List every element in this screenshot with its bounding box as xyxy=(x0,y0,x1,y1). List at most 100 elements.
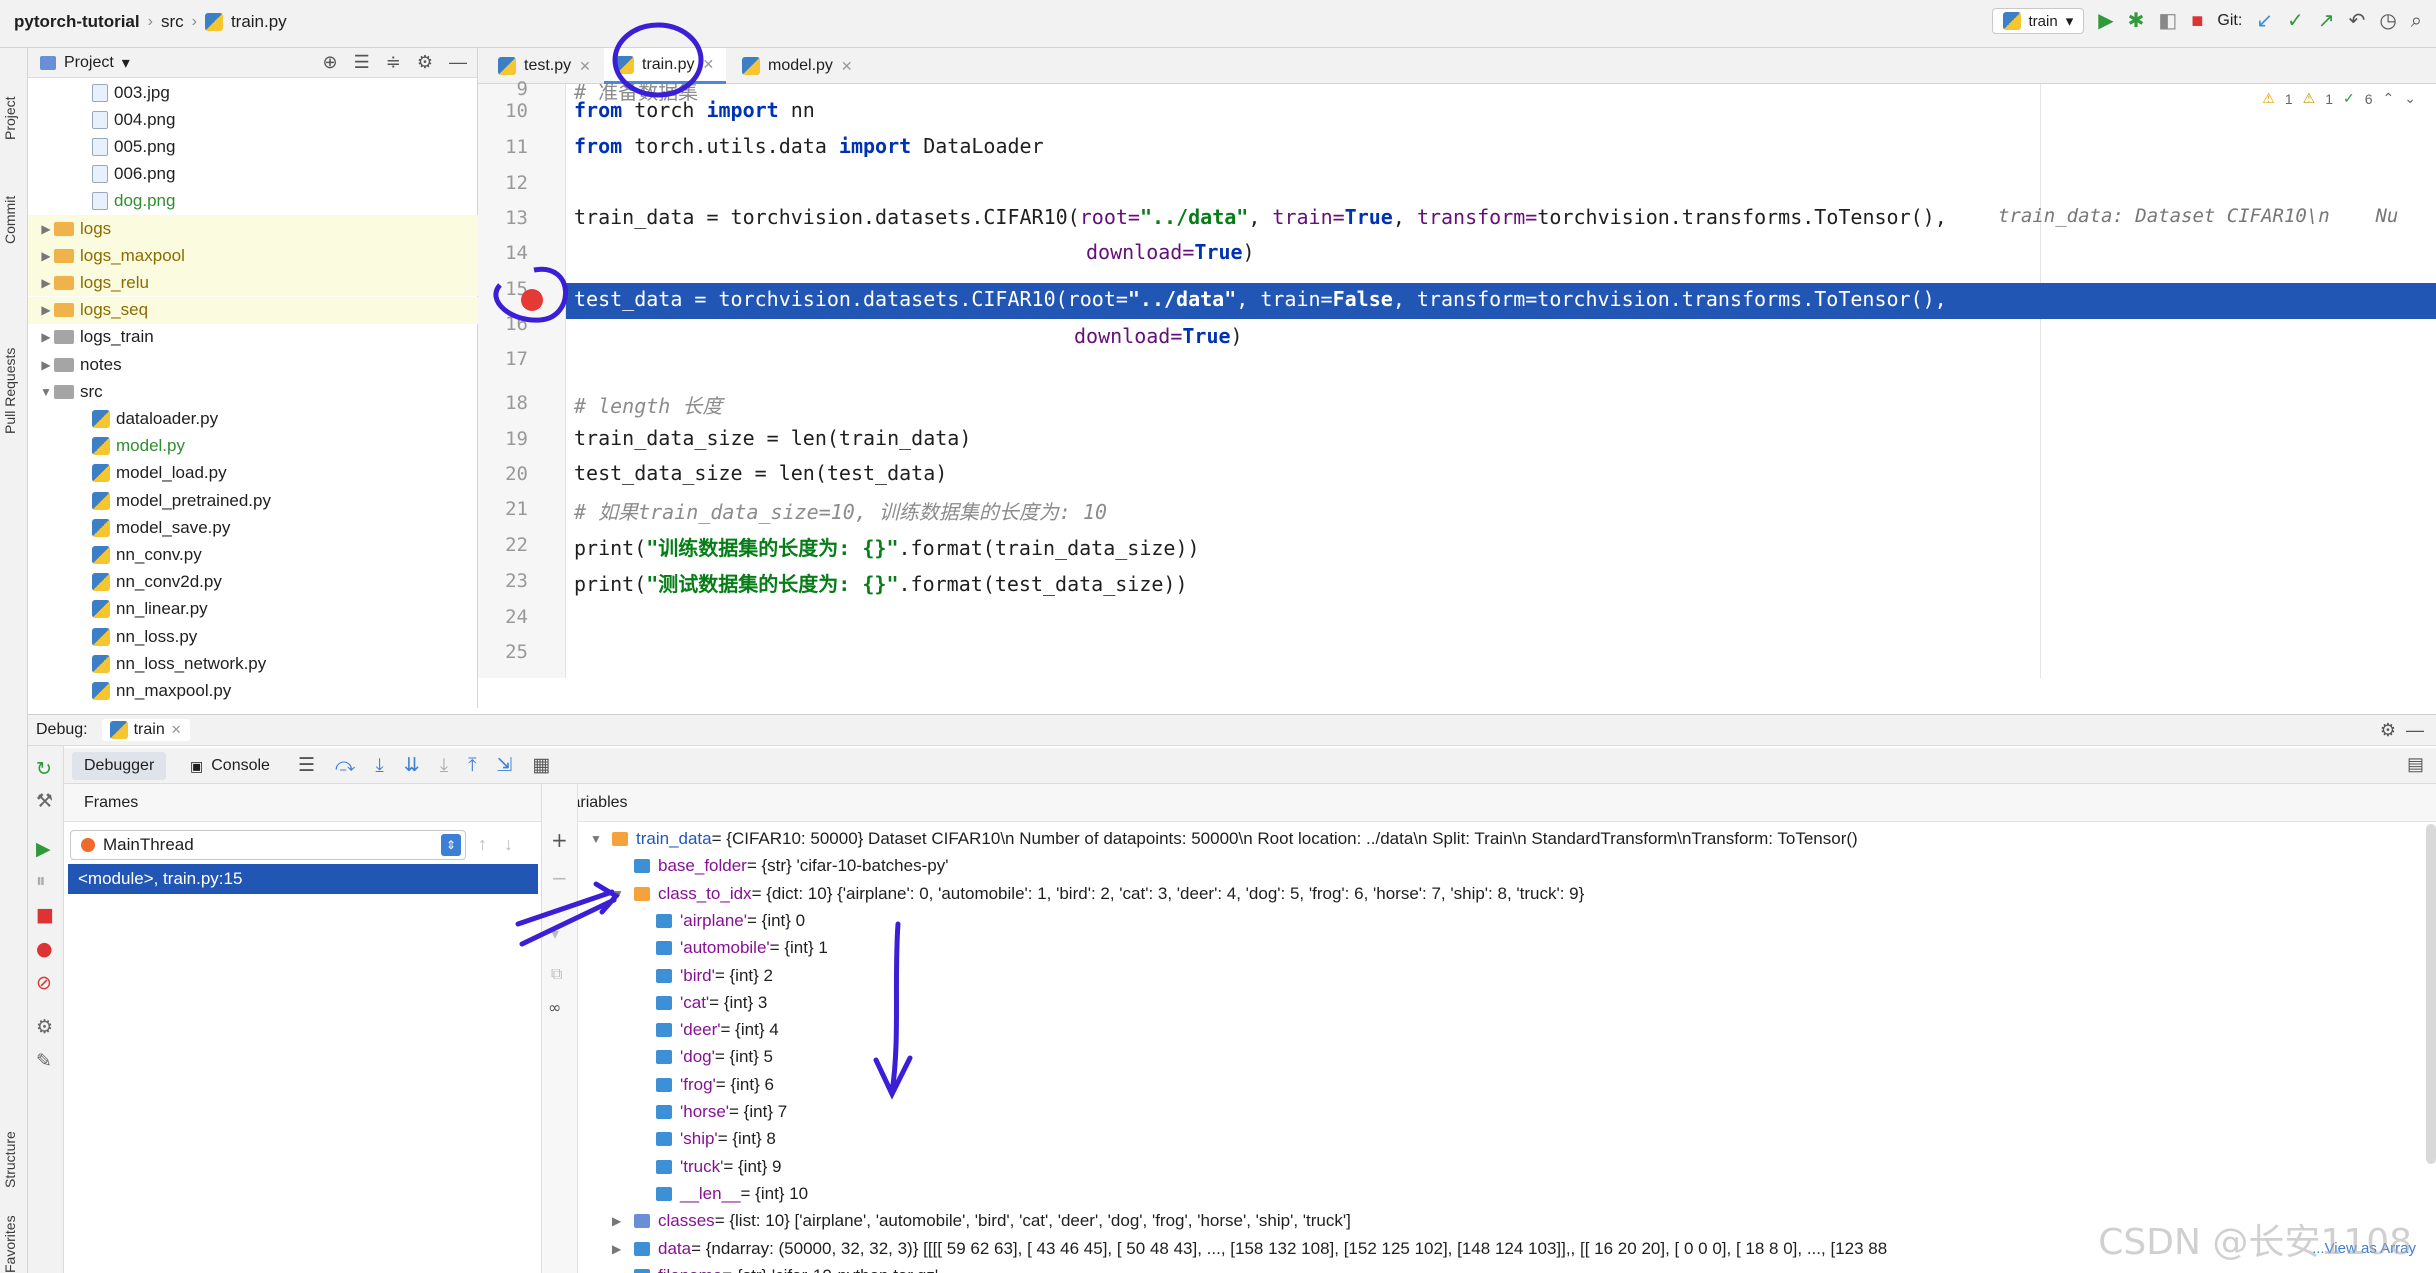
project-tree-item[interactable]: ▶ logs_train xyxy=(28,324,478,351)
evaluate-expression-icon[interactable]: ▦ xyxy=(532,754,550,777)
copy-icon[interactable]: ⧉ xyxy=(551,964,562,984)
step-into-icon[interactable]: ⤓ xyxy=(375,755,383,777)
minimize-icon[interactable]: — xyxy=(449,52,467,73)
chevron-right-icon[interactable]: ▶ xyxy=(38,222,54,236)
restore-layout-icon[interactable]: ▤ xyxy=(2407,754,2424,775)
project-tree-item[interactable]: ▶ notes xyxy=(28,351,478,378)
project-tree-item[interactable]: 006.png xyxy=(28,161,478,188)
debug-session-tab[interactable]: train ✕ xyxy=(101,719,190,741)
variable-row[interactable]: 'deer' = {int} 4 xyxy=(634,1017,779,1043)
history-icon[interactable]: ◷ xyxy=(2379,11,2396,31)
project-tree-item[interactable]: nn_loss_network.py xyxy=(28,650,478,677)
close-icon[interactable]: ✕ xyxy=(171,722,182,738)
resume-icon[interactable]: ▶ xyxy=(36,838,51,860)
project-tree-item[interactable]: nn_conv2d.py xyxy=(28,569,478,596)
inspection-widget[interactable]: ⚠ 1 ⚠ 1 ✓ 6 ⌃ ⌄ xyxy=(2262,90,2416,107)
line-number-gutter[interactable]: 9 10 11 12 13 14 15 16 17 18 19 20 21 22 23 24 25 xyxy=(478,78,566,678)
frame-down-icon[interactable]: ↓ xyxy=(504,834,513,855)
variable-row[interactable]: 'ship' = {int} 8 xyxy=(634,1126,776,1152)
pull-requests-tool-tab[interactable]: Pull Requests xyxy=(2,348,18,434)
project-tree-item[interactable]: ▼ src xyxy=(28,378,478,405)
project-tree-item[interactable]: model.py xyxy=(28,433,478,460)
add-watch-icon[interactable]: + xyxy=(551,828,568,852)
chevron-down-icon[interactable]: ▼ xyxy=(612,887,634,901)
chevron-right-icon[interactable]: ▶ xyxy=(38,358,54,372)
frame-up-icon[interactable]: ↑ xyxy=(478,834,487,855)
variable-row[interactable]: __len__ = {int} 10 xyxy=(634,1181,808,1207)
vertical-scrollbar[interactable] xyxy=(2426,824,2436,1164)
variable-row[interactable]: 'frog' = {int} 6 xyxy=(634,1072,774,1098)
locate-icon[interactable]: ⊕ xyxy=(323,52,338,73)
wrench-icon[interactable]: ⚒ xyxy=(36,790,53,812)
layout-icon[interactable]: ☰ xyxy=(298,754,315,777)
view-breakpoints-icon[interactable]: ● xyxy=(36,938,53,960)
variable-row[interactable]: 'cat' = {int} 3 xyxy=(634,990,767,1016)
project-tree-item[interactable]: model_pretrained.py xyxy=(28,487,478,514)
variable-row[interactable]: 'dog' = {int} 5 xyxy=(634,1044,773,1070)
chevron-down-icon[interactable]: ▼ xyxy=(590,832,612,846)
project-tree-item[interactable]: nn_maxpool.py xyxy=(28,677,478,704)
project-tool-tab[interactable]: Project xyxy=(2,96,18,140)
project-tree-item[interactable]: ▶ logs_relu xyxy=(28,269,478,297)
code-editor[interactable]: ⚠ 1 ⚠ 1 ✓ 6 ⌃ ⌄ # 准备数据集 from torch import n… xyxy=(566,84,2436,678)
coverage-icon[interactable]: ◧ xyxy=(2158,11,2177,31)
project-tree-item[interactable]: ▶ logs_maxpool xyxy=(28,242,478,270)
project-tree-item[interactable]: model_load.py xyxy=(28,460,478,487)
git-push-icon[interactable]: ↗ xyxy=(2318,11,2335,31)
chevron-right-icon[interactable]: ▶ xyxy=(38,330,54,344)
favorites-tool-tab[interactable]: Favorites xyxy=(2,1215,18,1273)
close-icon[interactable]: ✕ xyxy=(579,58,591,75)
project-view-selector[interactable]: Project xyxy=(64,54,114,72)
project-tree-item[interactable]: nn_loss.py xyxy=(28,623,478,650)
variable-row[interactable]: 'bird' = {int} 2 xyxy=(634,963,773,989)
breadcrumb-project[interactable]: pytorch-tutorial xyxy=(14,12,140,32)
project-tree-item[interactable]: nn_linear.py xyxy=(28,596,478,623)
move-down-icon[interactable]: ▾ xyxy=(551,924,559,943)
tab-console[interactable]: ▣ Console xyxy=(178,752,282,780)
variable-row[interactable]: 'truck' = {int} 9 xyxy=(634,1154,781,1180)
project-tree-item[interactable]: model_save.py xyxy=(28,514,478,541)
git-commit-icon[interactable]: ✓ xyxy=(2287,11,2304,31)
variable-row[interactable]: ▼ train_data = {CIFAR10: 50000} Dataset C… xyxy=(590,826,1858,852)
step-over-icon[interactable]: ⤼ xyxy=(335,755,355,777)
gear-icon[interactable]: ⚙ xyxy=(2380,720,2396,741)
project-tree-item[interactable]: ▶ logs_seq xyxy=(28,296,478,324)
variable-row[interactable]: 'airplane' = {int} 0 xyxy=(634,908,805,934)
stop-icon[interactable]: ■ xyxy=(2191,11,2203,31)
gear-icon[interactable]: ⚙ xyxy=(417,52,433,73)
close-icon[interactable]: ✕ xyxy=(841,58,853,75)
breadcrumb-folder[interactable]: src xyxy=(161,12,184,32)
view-as-array-link[interactable]: ...View as Array xyxy=(2312,1240,2416,1257)
gear-icon[interactable]: ⚙ xyxy=(36,1016,53,1038)
minimize-icon[interactable]: — xyxy=(2406,720,2424,741)
structure-tool-tab[interactable]: Structure xyxy=(2,1131,18,1188)
project-tree-item[interactable]: 005.png xyxy=(28,133,478,160)
project-tree-item[interactable]: dog.png xyxy=(28,188,478,215)
variable-row[interactable]: ▶ classes = {list: 10} ['airplane', 'auto… xyxy=(612,1208,1351,1234)
chevron-down-icon[interactable]: ▼ xyxy=(38,385,54,399)
chevron-right-icon[interactable]: ▶ xyxy=(612,1214,634,1228)
variable-row[interactable]: ▶ data = {ndarray: (50000, 32, 32, 3)} [[… xyxy=(612,1236,1887,1262)
show-watches-icon[interactable]: ∞ xyxy=(548,998,561,1017)
remove-watch-icon[interactable]: − xyxy=(551,866,568,890)
run-config-selector[interactable]: train ▾ xyxy=(1991,8,2085,34)
variable-row[interactable]: ▼ class_to_idx = {dict: 10} {'airplane': … xyxy=(612,881,1584,907)
chevron-up-icon[interactable]: ⌃ xyxy=(2383,90,2395,107)
stack-frame-row[interactable]: <module>, train.py:15 xyxy=(68,864,538,894)
search-icon[interactable]: ⌕ xyxy=(2411,11,2422,31)
tab-model-py[interactable]: model.py ✕ xyxy=(730,48,865,84)
mute-breakpoints-icon[interactable]: ⊘ xyxy=(36,972,52,994)
chevron-right-icon[interactable]: ▶ xyxy=(38,276,54,290)
chevron-down-icon[interactable]: ⌄ xyxy=(2404,90,2416,107)
chevron-right-icon[interactable]: ▶ xyxy=(38,303,54,317)
debug-icon[interactable]: ✱ xyxy=(2128,11,2145,31)
breakpoint-icon[interactable] xyxy=(521,289,543,311)
variable-row[interactable]: 'automobile' = {int} 1 xyxy=(634,935,828,961)
variable-row[interactable]: base_folder = {str} 'cifar-10-batches-py… xyxy=(612,853,948,879)
breadcrumb-file[interactable]: train.py xyxy=(231,12,287,32)
pause-icon[interactable]: ⏸ xyxy=(36,870,46,892)
chevron-updown-icon[interactable]: ⇕ xyxy=(441,834,461,856)
collapse-all-icon[interactable]: ≑ xyxy=(386,52,401,73)
tab-train-py[interactable]: train.py ✕ xyxy=(604,48,727,84)
project-tree-item[interactable]: 003.jpg xyxy=(28,79,478,106)
